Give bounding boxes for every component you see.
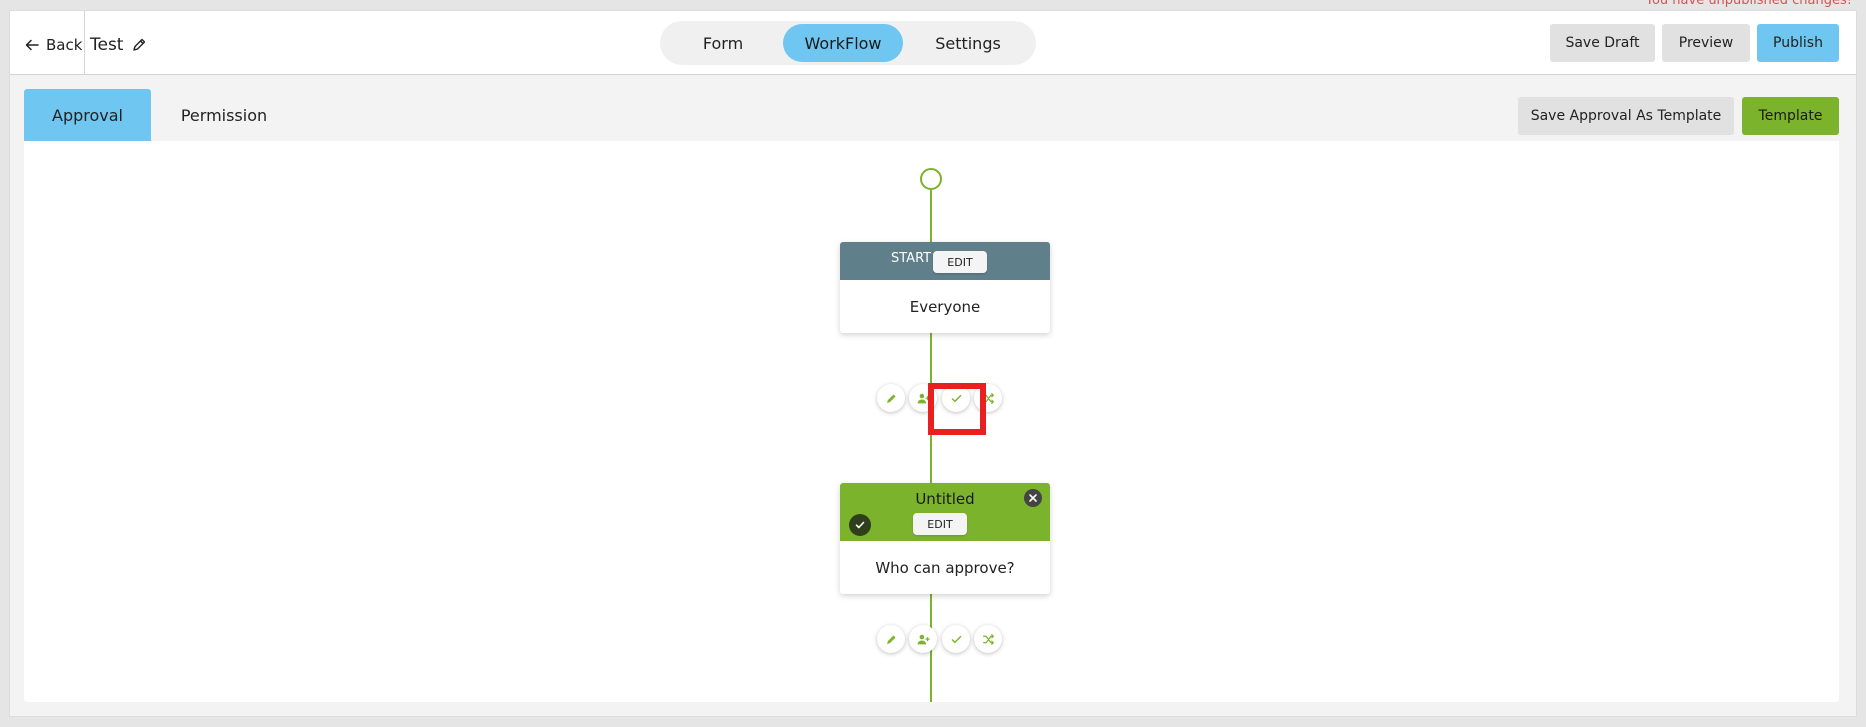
arrow-left-icon	[25, 39, 39, 51]
tab-workflow[interactable]: WorkFlow	[783, 24, 903, 62]
flow-start-circle	[920, 168, 942, 190]
approval-node-header: Untitled EDIT	[840, 483, 1050, 541]
edit-step-button[interactable]	[877, 625, 905, 653]
approval-edit-button[interactable]: EDIT	[913, 513, 967, 535]
shuffle-icon	[982, 633, 994, 645]
add-user-step-button[interactable]	[909, 384, 937, 412]
tab-form[interactable]: Form	[663, 24, 783, 62]
form-title[interactable]: Test	[90, 33, 147, 57]
tab-approval[interactable]: Approval	[24, 89, 151, 141]
start-node-header: START EDIT	[840, 242, 1050, 280]
back-label: Back	[46, 36, 83, 54]
start-node-label: START	[891, 251, 932, 266]
start-node-body: Everyone	[909, 297, 981, 316]
save-approval-template-button[interactable]: Save Approval As Template	[1518, 97, 1734, 135]
pencil-icon	[886, 634, 896, 644]
app-window: Back Test Form WorkFlow Settings Save Dr…	[9, 10, 1857, 717]
view-switcher: Form WorkFlow Settings	[660, 21, 1036, 65]
header-divider	[84, 11, 85, 75]
pencil-icon	[886, 393, 896, 403]
tab-settings[interactable]: Settings	[903, 24, 1033, 62]
header-bar: Back Test Form WorkFlow Settings Save Dr…	[10, 11, 1856, 75]
condition-step-button[interactable]	[974, 384, 1002, 412]
approve-step-button[interactable]	[942, 384, 970, 412]
approval-node[interactable]: Untitled EDIT Who can approve?	[840, 483, 1050, 594]
preview-button[interactable]: Preview	[1662, 24, 1750, 62]
approval-node-title: Untitled	[915, 490, 975, 508]
check-icon	[951, 394, 961, 402]
form-title-text: Test	[90, 35, 124, 55]
edit-step-button[interactable]	[877, 384, 905, 412]
workflow-canvas: START EDIT Everyone Untitled EDIT Who ca…	[24, 141, 1839, 702]
close-icon[interactable]	[1024, 489, 1042, 507]
save-draft-button[interactable]: Save Draft	[1550, 24, 1655, 62]
unpublished-notice: You have unpublished changes!	[1645, 0, 1852, 8]
start-edit-button[interactable]: EDIT	[933, 251, 987, 273]
add-user-step-button[interactable]	[909, 625, 937, 653]
check-circle-icon	[849, 514, 871, 536]
approve-step-button[interactable]	[942, 625, 970, 653]
shuffle-icon	[982, 392, 994, 404]
pencil-icon[interactable]	[131, 37, 147, 53]
check-icon	[951, 635, 961, 643]
connector-line	[930, 190, 932, 242]
start-node[interactable]: START EDIT Everyone	[840, 242, 1050, 333]
add-user-icon	[917, 634, 930, 644]
tab-permission[interactable]: Permission	[160, 89, 288, 141]
template-button[interactable]: Template	[1742, 97, 1839, 135]
condition-step-button[interactable]	[974, 625, 1002, 653]
approval-node-body: Who can approve?	[875, 558, 1015, 577]
back-button[interactable]: Back	[24, 33, 82, 57]
publish-button[interactable]: Publish	[1757, 24, 1839, 62]
add-user-icon	[917, 393, 930, 403]
